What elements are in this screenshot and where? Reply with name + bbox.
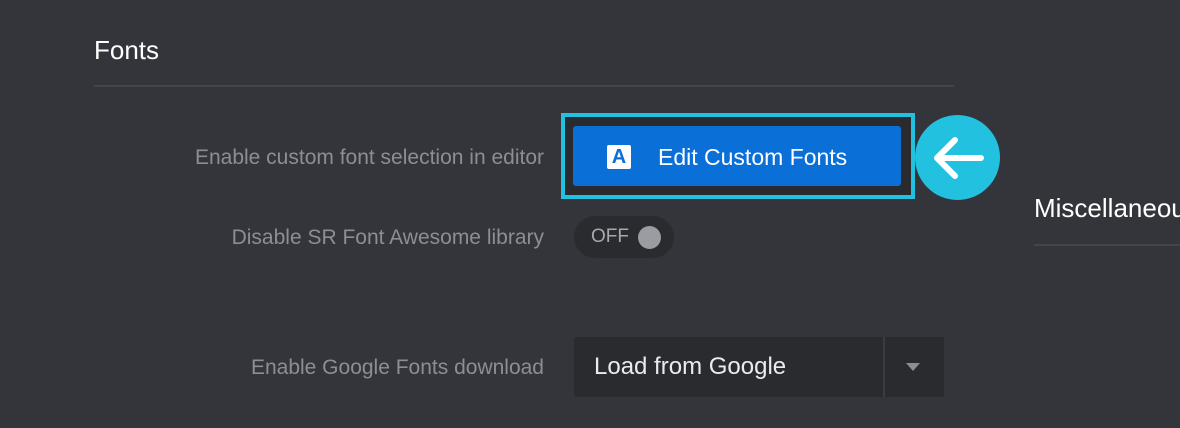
font-awesome-label: Disable SR Font Awesome library bbox=[231, 226, 544, 249]
fonts-section-title: Fonts bbox=[94, 35, 160, 65]
arrow-left-svg bbox=[933, 136, 984, 179]
font-awesome-toggle[interactable]: OFF bbox=[574, 216, 674, 258]
font-a-icon: A bbox=[607, 145, 631, 169]
misc-section-divider bbox=[1034, 244, 1180, 246]
google-fonts-label: Enable Google Fonts download bbox=[250, 356, 544, 379]
chevron-down-icon[interactable] bbox=[906, 363, 920, 371]
select-separator bbox=[883, 337, 885, 397]
google-fonts-selected-value: Load from Google bbox=[594, 353, 787, 380]
google-fonts-select[interactable]: Load from Google bbox=[574, 337, 944, 397]
toggle-state-text: OFF bbox=[591, 226, 629, 247]
arrow-left-icon bbox=[915, 115, 1000, 200]
edit-custom-fonts-button[interactable]: A Edit Custom Fonts bbox=[573, 126, 901, 186]
misc-section-title: Miscellaneous bbox=[1034, 193, 1180, 223]
toggle-knob bbox=[638, 226, 661, 249]
edit-custom-fonts-label: Edit Custom Fonts bbox=[658, 144, 848, 170]
custom-font-label: Enable custom font selection in editor bbox=[194, 146, 544, 169]
fonts-section-divider bbox=[94, 85, 954, 87]
